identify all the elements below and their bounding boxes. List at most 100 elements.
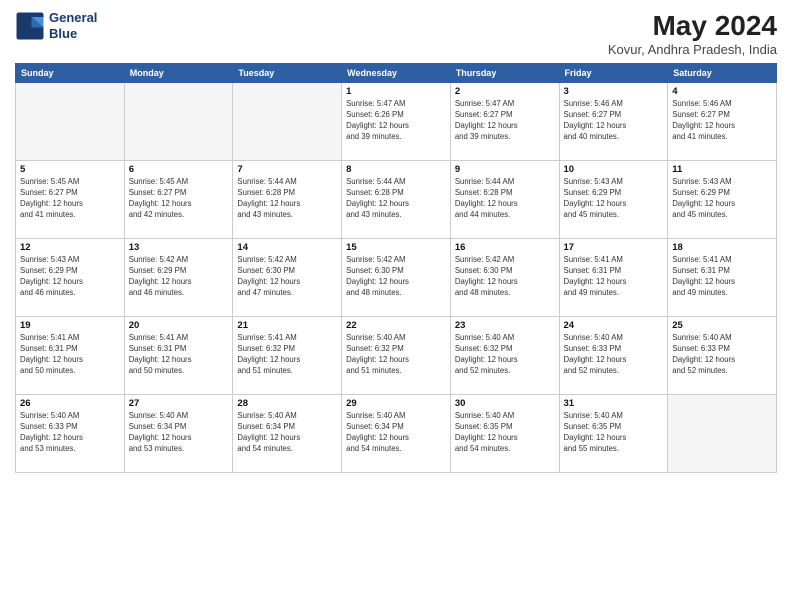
- table-row: 23 Sunrise: 5:40 AM Sunset: 6:32 PM Dayli…: [450, 317, 559, 395]
- day-info: Sunrise: 5:42 AM Sunset: 6:30 PM Dayligh…: [346, 255, 446, 299]
- header-sunday: Sunday: [16, 64, 125, 83]
- day-info: Sunrise: 5:44 AM Sunset: 6:28 PM Dayligh…: [346, 177, 446, 221]
- day-number: 6: [129, 164, 229, 175]
- table-row: 10 Sunrise: 5:43 AM Sunset: 6:29 PM Dayli…: [559, 161, 668, 239]
- day-info: Sunrise: 5:41 AM Sunset: 6:31 PM Dayligh…: [672, 255, 772, 299]
- day-info: Sunrise: 5:41 AM Sunset: 6:31 PM Dayligh…: [20, 333, 120, 377]
- table-row: 17 Sunrise: 5:41 AM Sunset: 6:31 PM Dayli…: [559, 239, 668, 317]
- day-number: 29: [346, 398, 446, 409]
- header-thursday: Thursday: [450, 64, 559, 83]
- day-info: Sunrise: 5:42 AM Sunset: 6:30 PM Dayligh…: [237, 255, 337, 299]
- day-number: 16: [455, 242, 555, 253]
- logo: General Blue: [15, 10, 97, 41]
- day-number: 31: [564, 398, 664, 409]
- logo-line1: General: [49, 10, 97, 26]
- day-number: 9: [455, 164, 555, 175]
- calendar-table: Sunday Monday Tuesday Wednesday Thursday…: [15, 63, 777, 473]
- table-row: [16, 83, 125, 161]
- table-row: 22 Sunrise: 5:40 AM Sunset: 6:32 PM Dayli…: [342, 317, 451, 395]
- calendar-header-row: Sunday Monday Tuesday Wednesday Thursday…: [16, 64, 777, 83]
- day-info: Sunrise: 5:46 AM Sunset: 6:27 PM Dayligh…: [672, 99, 772, 143]
- day-info: Sunrise: 5:44 AM Sunset: 6:28 PM Dayligh…: [455, 177, 555, 221]
- logo-line2: Blue: [49, 26, 97, 42]
- day-number: 22: [346, 320, 446, 331]
- day-info: Sunrise: 5:43 AM Sunset: 6:29 PM Dayligh…: [672, 177, 772, 221]
- day-number: 11: [672, 164, 772, 175]
- week-row-2: 5Sunrise: 5:45 AM Sunset: 6:27 PM Daylig…: [16, 161, 777, 239]
- day-info: Sunrise: 5:40 AM Sunset: 6:35 PM Dayligh…: [455, 411, 555, 455]
- table-row: 19Sunrise: 5:41 AM Sunset: 6:31 PM Dayli…: [16, 317, 125, 395]
- day-number: 7: [237, 164, 337, 175]
- day-info: Sunrise: 5:42 AM Sunset: 6:29 PM Dayligh…: [129, 255, 229, 299]
- day-info: Sunrise: 5:42 AM Sunset: 6:30 PM Dayligh…: [455, 255, 555, 299]
- month-title: May 2024: [608, 10, 777, 42]
- day-number: 26: [20, 398, 120, 409]
- day-info: Sunrise: 5:45 AM Sunset: 6:27 PM Dayligh…: [20, 177, 120, 221]
- day-info: Sunrise: 5:40 AM Sunset: 6:33 PM Dayligh…: [672, 333, 772, 377]
- table-row: 28 Sunrise: 5:40 AM Sunset: 6:34 PM Dayli…: [233, 395, 342, 473]
- day-number: 13: [129, 242, 229, 253]
- table-row: 29 Sunrise: 5:40 AM Sunset: 6:34 PM Dayli…: [342, 395, 451, 473]
- table-row: 8Sunrise: 5:44 AM Sunset: 6:28 PM Daylig…: [342, 161, 451, 239]
- day-info: Sunrise: 5:40 AM Sunset: 6:32 PM Dayligh…: [455, 333, 555, 377]
- table-row: 25 Sunrise: 5:40 AM Sunset: 6:33 PM Dayli…: [668, 317, 777, 395]
- table-row: 2Sunrise: 5:47 AM Sunset: 6:27 PM Daylig…: [450, 83, 559, 161]
- day-number: 30: [455, 398, 555, 409]
- table-row: 18 Sunrise: 5:41 AM Sunset: 6:31 PM Dayli…: [668, 239, 777, 317]
- table-row: 6 Sunrise: 5:45 AM Sunset: 6:27 PM Daylig…: [124, 161, 233, 239]
- header-tuesday: Tuesday: [233, 64, 342, 83]
- day-number: 4: [672, 86, 772, 97]
- week-row-4: 19Sunrise: 5:41 AM Sunset: 6:31 PM Dayli…: [16, 317, 777, 395]
- day-info: Sunrise: 5:43 AM Sunset: 6:29 PM Dayligh…: [564, 177, 664, 221]
- day-info: Sunrise: 5:40 AM Sunset: 6:33 PM Dayligh…: [20, 411, 120, 455]
- table-row: 27Sunrise: 5:40 AM Sunset: 6:34 PM Dayli…: [124, 395, 233, 473]
- day-info: Sunrise: 5:47 AM Sunset: 6:26 PM Dayligh…: [346, 99, 446, 143]
- day-number: 17: [564, 242, 664, 253]
- table-row: 12Sunrise: 5:43 AM Sunset: 6:29 PM Dayli…: [16, 239, 125, 317]
- week-row-5: 26 Sunrise: 5:40 AM Sunset: 6:33 PM Dayli…: [16, 395, 777, 473]
- day-number: 10: [564, 164, 664, 175]
- day-info: Sunrise: 5:40 AM Sunset: 6:34 PM Dayligh…: [237, 411, 337, 455]
- day-info: Sunrise: 5:40 AM Sunset: 6:34 PM Dayligh…: [346, 411, 446, 455]
- day-number: 23: [455, 320, 555, 331]
- day-number: 1: [346, 86, 446, 97]
- table-row: 30 Sunrise: 5:40 AM Sunset: 6:35 PM Dayli…: [450, 395, 559, 473]
- table-row: [668, 395, 777, 473]
- table-row: 1 Sunrise: 5:47 AM Sunset: 6:26 PM Daylig…: [342, 83, 451, 161]
- week-row-1: 1 Sunrise: 5:47 AM Sunset: 6:26 PM Daylig…: [16, 83, 777, 161]
- table-row: 15Sunrise: 5:42 AM Sunset: 6:30 PM Dayli…: [342, 239, 451, 317]
- table-row: 14Sunrise: 5:42 AM Sunset: 6:30 PM Dayli…: [233, 239, 342, 317]
- table-row: 9 Sunrise: 5:44 AM Sunset: 6:28 PM Daylig…: [450, 161, 559, 239]
- day-number: 3: [564, 86, 664, 97]
- title-block: May 2024 Kovur, Andhra Pradesh, India: [608, 10, 777, 57]
- day-number: 18: [672, 242, 772, 253]
- day-number: 24: [564, 320, 664, 331]
- table-row: 7 Sunrise: 5:44 AM Sunset: 6:28 PM Daylig…: [233, 161, 342, 239]
- table-row: 5Sunrise: 5:45 AM Sunset: 6:27 PM Daylig…: [16, 161, 125, 239]
- day-info: Sunrise: 5:40 AM Sunset: 6:35 PM Dayligh…: [564, 411, 664, 455]
- day-info: Sunrise: 5:41 AM Sunset: 6:32 PM Dayligh…: [237, 333, 337, 377]
- logo-text: General Blue: [49, 10, 97, 41]
- header-friday: Friday: [559, 64, 668, 83]
- day-info: Sunrise: 5:41 AM Sunset: 6:31 PM Dayligh…: [129, 333, 229, 377]
- day-info: Sunrise: 5:45 AM Sunset: 6:27 PM Dayligh…: [129, 177, 229, 221]
- day-info: Sunrise: 5:44 AM Sunset: 6:28 PM Dayligh…: [237, 177, 337, 221]
- table-row: 4 Sunrise: 5:46 AM Sunset: 6:27 PM Daylig…: [668, 83, 777, 161]
- header-wednesday: Wednesday: [342, 64, 451, 83]
- table-row: [233, 83, 342, 161]
- table-row: 20 Sunrise: 5:41 AM Sunset: 6:31 PM Dayli…: [124, 317, 233, 395]
- table-row: 11 Sunrise: 5:43 AM Sunset: 6:29 PM Dayli…: [668, 161, 777, 239]
- table-row: 26 Sunrise: 5:40 AM Sunset: 6:33 PM Dayli…: [16, 395, 125, 473]
- table-row: [124, 83, 233, 161]
- table-row: 3Sunrise: 5:46 AM Sunset: 6:27 PM Daylig…: [559, 83, 668, 161]
- day-info: Sunrise: 5:40 AM Sunset: 6:32 PM Dayligh…: [346, 333, 446, 377]
- header-saturday: Saturday: [668, 64, 777, 83]
- day-number: 25: [672, 320, 772, 331]
- location-subtitle: Kovur, Andhra Pradesh, India: [608, 42, 777, 57]
- day-number: 28: [237, 398, 337, 409]
- day-number: 20: [129, 320, 229, 331]
- day-info: Sunrise: 5:47 AM Sunset: 6:27 PM Dayligh…: [455, 99, 555, 143]
- day-info: Sunrise: 5:40 AM Sunset: 6:33 PM Dayligh…: [564, 333, 664, 377]
- day-number: 27: [129, 398, 229, 409]
- day-info: Sunrise: 5:41 AM Sunset: 6:31 PM Dayligh…: [564, 255, 664, 299]
